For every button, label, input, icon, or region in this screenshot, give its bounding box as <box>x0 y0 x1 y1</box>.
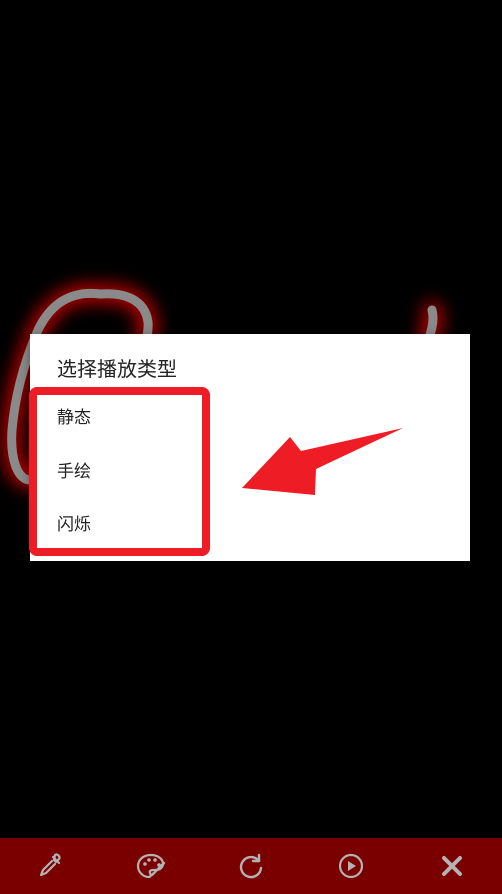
eyedropper-icon <box>40 853 61 877</box>
close-button[interactable] <box>430 844 474 888</box>
refresh-icon <box>239 853 263 879</box>
palette-button[interactable] <box>129 844 173 888</box>
play-button[interactable] <box>329 844 373 888</box>
option-hand-drawn[interactable]: 手绘 <box>57 460 91 484</box>
eyedropper-button[interactable] <box>28 844 72 888</box>
option-flash[interactable]: 闪烁 <box>57 513 91 537</box>
play-icon <box>339 853 364 879</box>
play-type-dialog: 选择播放类型 静态 手绘 闪烁 <box>30 334 470 561</box>
close-icon <box>441 856 462 876</box>
palette-icon <box>136 853 165 879</box>
refresh-button[interactable] <box>229 844 273 888</box>
dialog-title: 选择播放类型 <box>57 357 177 381</box>
bottom-toolbar <box>0 838 502 894</box>
option-static[interactable]: 静态 <box>57 406 91 430</box>
